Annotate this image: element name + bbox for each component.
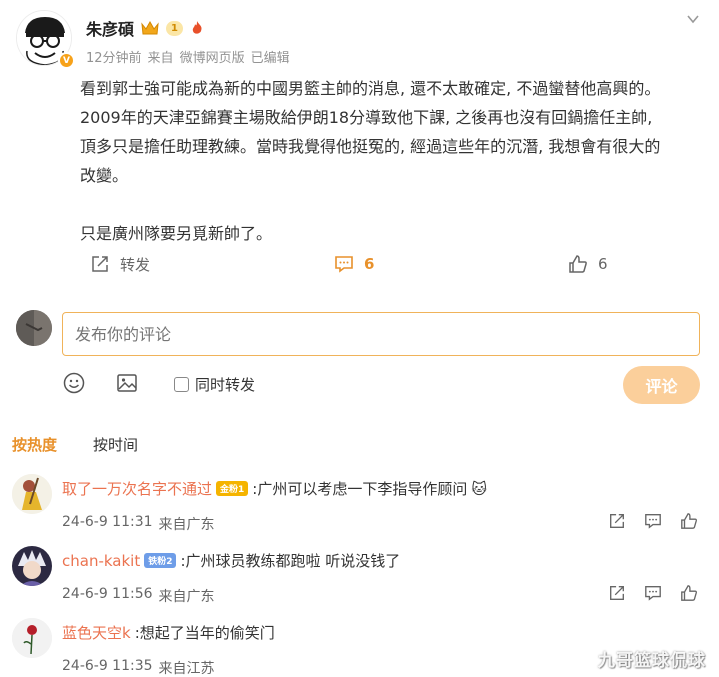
commenter-avatar[interactable] [12,546,52,586]
author-name[interactable]: 朱彦碩 [86,16,134,40]
post-line: 只是廣州隊要另覓新帥了。 [80,224,273,243]
comment-button[interactable]: 6 [334,250,719,278]
watermark: 九哥篮球侃球 [598,651,706,671]
post-line: 看到郭士強可能成為新的中國男籃主帥的消息, 還不太敢確定, 不過蠻替他高興的。 [80,79,661,98]
comment-date: 24-6-9 11:31 [62,514,153,530]
commenter-name[interactable]: chan-kakit [62,552,140,570]
user-photo-icon [16,310,52,346]
comment-sort-tabs: 按热度 按时间 [12,434,138,455]
repost-label: 转发 [120,255,151,274]
comment-text: :想起了当年的偷笑门 [134,624,275,642]
comment-date: 24-6-9 11:56 [62,586,153,602]
my-avatar[interactable] [16,310,52,346]
edited-label[interactable]: 已编辑 [251,47,290,66]
source-prefix: 来自 [147,51,174,66]
cat-emoji-icon: 🐱 [471,479,487,498]
comment-input[interactable] [62,312,700,356]
repost-button[interactable]: 转发 [90,250,150,278]
comment-icon[interactable] [644,512,662,530]
post-line: 頂多只是擔任助理教練。當時我覺得他挺冤的, 經過這些年的沉潛, 我想會有很大的 [80,137,661,156]
comment-text: :广州可以考虑一下李指导作顾问 [252,480,468,498]
tab-sort-hot[interactable]: 按热度 [12,434,57,455]
like-count: 6 [598,255,608,273]
commenter-avatar[interactable] [12,474,52,514]
post-line: 改變。 [80,166,129,185]
comment-icon [335,256,353,273]
comment-count: 6 [364,255,375,273]
post-line: 2009年的天津亞錦賽主場敗給伊朗18分導致他下課, 之後再也沒有回鍋擔任主帥, [80,108,653,127]
fan-badge[interactable]: 铁粉2 [144,553,177,568]
commenter-avatar[interactable] [12,618,52,658]
comment-location: 来自广东 [158,589,215,605]
comment-composer: 同时转发 评论 [16,308,706,418]
verified-badge: V [58,52,75,69]
commenter-name[interactable]: 取了一万次名字不通过 [62,478,212,499]
post-header: V 朱彦碩 1 12分钟前 来自 微博网页版 已编辑 [16,6,706,72]
post-meta: 12分钟前 来自 微博网页版 已编辑 [86,47,290,66]
comment-location: 来自广东 [158,517,215,533]
tab-sort-time[interactable]: 按时间 [93,434,138,455]
commenter-name[interactable]: 蓝色天空k [62,622,131,643]
also-repost-checkbox[interactable] [174,377,189,392]
rose-icon [12,618,52,658]
chevron-down-icon[interactable] [686,12,700,26]
also-repost-option[interactable]: 同时转发 [174,374,255,395]
flame-icon[interactable] [189,20,205,36]
level-badge[interactable]: 1 [166,20,183,36]
submit-comment-button[interactable]: 评论 [623,366,700,404]
fan-badge[interactable]: 金粉1 [216,481,249,496]
thumbs-up-icon [569,255,587,273]
post-body: 看到郭士強可能成為新的中國男籃主帥的消息, 還不太敢確定, 不過蠻替他高興的。 … [80,74,710,248]
comment-icon[interactable] [644,584,662,602]
thumbs-up-icon[interactable] [680,512,698,530]
crown-icon[interactable] [140,20,160,36]
anime-avatar-icon [12,546,52,586]
comment-actions [608,512,698,530]
repost-icon[interactable] [608,584,626,602]
repost-icon [92,256,108,272]
comment-actions [608,584,698,602]
cartoon-character-icon [12,474,52,514]
post-action-bar: 转发 6 6 [80,250,640,278]
post-time[interactable]: 12分钟前 [86,47,142,66]
repost-icon[interactable] [608,512,626,530]
comment-date: 24-6-9 11:35 [62,658,153,674]
comment-text: :广州球员教练都跑啦 听说没钱了 [180,552,401,570]
also-repost-label: 同时转发 [195,376,256,394]
comment-location: 来自江苏 [158,661,215,677]
emoji-icon[interactable] [63,372,85,394]
thumbs-up-icon[interactable] [680,584,698,602]
like-button[interactable]: 6 [568,250,608,278]
post-source: 微博网页版 [179,51,245,66]
image-icon[interactable] [116,372,138,394]
